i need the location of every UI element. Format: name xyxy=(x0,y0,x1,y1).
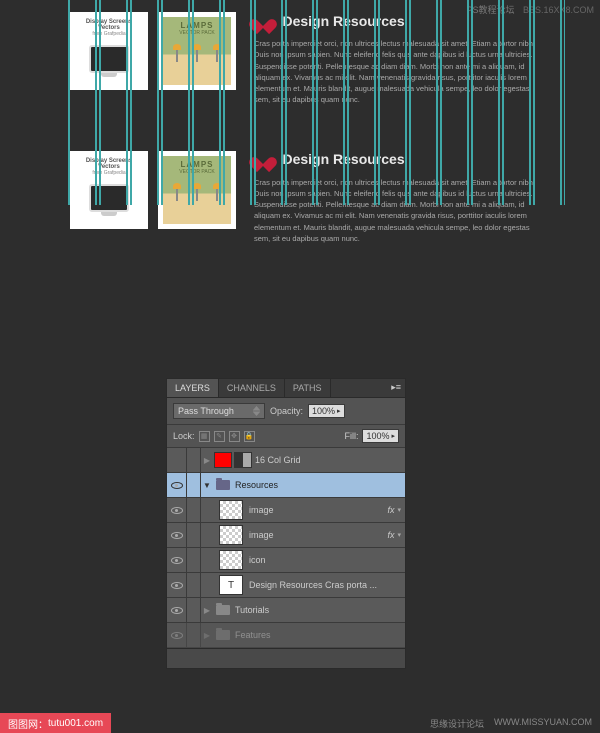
thumb-subtitle: from Grafpedia xyxy=(75,31,143,37)
layer-row-tutorials[interactable]: ▶ Tutorials xyxy=(167,598,405,623)
lock-position-icon[interactable]: ✥ xyxy=(229,431,240,442)
layer-name: Tutorials xyxy=(233,605,405,615)
thumbnail-lamps: LAMPS VECTOR PACK xyxy=(158,151,236,229)
lock-fill-row: Lock: ▦ ✎ ✥ 🔒 Fill: 100% xyxy=(167,425,405,448)
section-body-text: Cras porta imperdiet orci, non ultrices … xyxy=(254,177,540,245)
tab-paths[interactable]: PATHS xyxy=(285,379,331,397)
fx-expand-icon[interactable]: ▾ xyxy=(397,506,401,514)
heart-icon xyxy=(254,151,272,167)
opacity-label: Opacity: xyxy=(270,406,303,416)
section-no-grid: Display Screens Vectors from Grafpedia L… xyxy=(0,121,600,260)
lock-label: Lock: xyxy=(173,431,195,441)
layer-name: 16 Col Grid xyxy=(253,455,405,465)
lock-pixels-icon[interactable]: ✎ xyxy=(214,431,225,442)
layer-row-image[interactable]: image fx▾ xyxy=(167,523,405,548)
fill-label: Fill: xyxy=(344,431,358,441)
lock-transparency-icon[interactable]: ▦ xyxy=(199,431,210,442)
lamps-subtitle: VECTOR PACK xyxy=(163,169,231,175)
lamps-title: LAMPS xyxy=(163,17,231,30)
fx-badge[interactable]: fx xyxy=(387,530,394,540)
folder-icon xyxy=(216,630,230,640)
lamps-subtitle: VECTOR PACK xyxy=(163,30,231,36)
folder-icon xyxy=(216,480,230,490)
footer-credit-2: WWW.MISSYUAN.COM xyxy=(494,717,592,730)
monitor-icon xyxy=(89,45,129,73)
layer-thumb xyxy=(219,525,243,545)
lock-all-icon[interactable]: 🔒 xyxy=(244,431,255,442)
section-with-grid: Display Screens Vectors from Grafpedia L… xyxy=(0,0,600,121)
panel-footer xyxy=(167,648,405,668)
layer-name: image xyxy=(247,505,387,515)
panel-tabs: LAYERS CHANNELS PATHS ▸≡ xyxy=(167,379,405,398)
panel-menu-icon[interactable]: ▸≡ xyxy=(391,382,401,393)
thumbnail-lamps: LAMPS VECTOR PACK xyxy=(158,12,236,90)
layer-row-features[interactable]: ▶ Features xyxy=(167,623,405,648)
section-heading: Design Resources xyxy=(282,13,404,29)
thumb-subtitle: from Grafpedia xyxy=(75,170,143,176)
fx-badge[interactable]: fx xyxy=(387,505,394,515)
lamps-title: LAMPS xyxy=(163,156,231,169)
visibility-toggle[interactable] xyxy=(167,523,187,547)
visibility-toggle[interactable] xyxy=(167,548,187,572)
heart-icon xyxy=(254,13,272,29)
footer-credit-1: 思缘设计论坛 xyxy=(430,717,484,730)
monitor-icon xyxy=(89,184,129,212)
layer-name: image xyxy=(247,530,387,540)
layer-swatch xyxy=(214,452,232,468)
tab-layers[interactable]: LAYERS xyxy=(167,379,219,397)
thumb-title: Display Screens Vectors xyxy=(75,17,143,31)
visibility-toggle[interactable] xyxy=(167,623,187,647)
text-layer-icon: T xyxy=(219,575,243,595)
layer-row-grid[interactable]: ▶ 16 Col Grid xyxy=(167,448,405,473)
section-body-text: Cras porta imperdiet orci, non ultrices … xyxy=(254,38,540,106)
tab-channels[interactable]: CHANNELS xyxy=(219,379,285,397)
fill-input[interactable]: 100% xyxy=(362,429,399,443)
visibility-toggle[interactable] xyxy=(167,498,187,522)
layer-row-resources[interactable]: ▼ Resources xyxy=(167,473,405,498)
expand-icon[interactable]: ▶ xyxy=(201,456,213,465)
visibility-toggle[interactable] xyxy=(167,598,187,622)
layer-name: Design Resources Cras porta ... xyxy=(247,580,405,590)
thumbnail-display-screens: Display Screens Vectors from Grafpedia xyxy=(70,12,148,90)
thumbnail-display-screens: Display Screens Vectors from Grafpedia xyxy=(70,151,148,229)
folder-icon xyxy=(216,605,230,615)
layer-name: Features xyxy=(233,630,405,640)
collapse-icon[interactable]: ▼ xyxy=(201,481,213,490)
layer-name: Resources xyxy=(233,480,405,490)
blend-opacity-row: Pass Through Opacity: 100% xyxy=(167,398,405,425)
layers-panel: LAYERS CHANNELS PATHS ▸≡ Pass Through Op… xyxy=(166,378,406,669)
layer-thumb xyxy=(219,550,243,570)
thumb-title: Display Screens Vectors xyxy=(75,156,143,170)
expand-icon[interactable]: ▶ xyxy=(201,631,213,640)
layer-row-image[interactable]: image fx▾ xyxy=(167,498,405,523)
layer-row-text[interactable]: T Design Resources Cras porta ... xyxy=(167,573,405,598)
section-heading: Design Resources xyxy=(282,151,404,167)
expand-icon[interactable]: ▶ xyxy=(201,606,213,615)
fx-expand-icon[interactable]: ▾ xyxy=(397,531,401,539)
opacity-input[interactable]: 100% xyxy=(308,404,345,418)
layer-row-icon[interactable]: icon xyxy=(167,548,405,573)
visibility-toggle[interactable] xyxy=(167,448,187,472)
page-footer: 图图网：tutu001.com 思缘设计论坛 WWW.MISSYUAN.COM xyxy=(0,713,600,733)
visibility-toggle[interactable] xyxy=(167,573,187,597)
layer-mask-thumb xyxy=(234,452,252,468)
visibility-toggle[interactable] xyxy=(167,473,187,497)
footer-left-badge: 图图网：tutu001.com xyxy=(0,713,111,733)
layer-thumb xyxy=(219,500,243,520)
layer-name: icon xyxy=(247,555,405,565)
blend-mode-select[interactable]: Pass Through xyxy=(173,403,265,419)
